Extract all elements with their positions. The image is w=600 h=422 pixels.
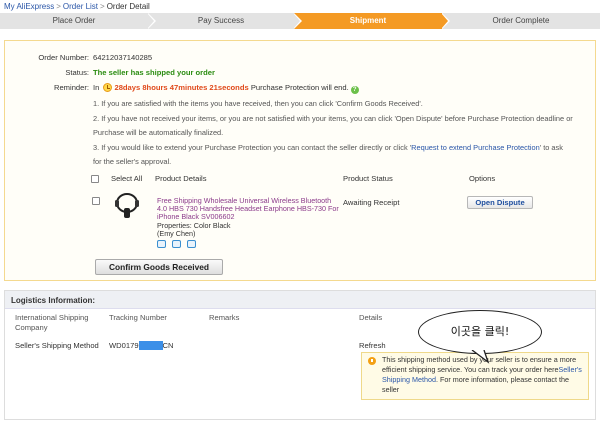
tracking-suffix: CN	[162, 341, 174, 350]
step-divider	[147, 13, 154, 29]
step-pay-success: Pay Success	[148, 13, 294, 29]
shipping-company: Seller's Shipping Method	[15, 341, 99, 350]
redaction-mask	[138, 341, 163, 350]
product-status: Awaiting Receipt	[343, 198, 400, 207]
order-number: 64212037140285	[93, 53, 153, 62]
step-divider	[293, 13, 300, 29]
refresh-link[interactable]: Refresh	[359, 341, 386, 350]
note-3-cont: for the seller's approval.	[93, 157, 172, 166]
order-progress-steps: Place Order Pay Success Shipment Order C…	[0, 13, 600, 29]
note-3-suffix: ' to ask	[539, 143, 563, 152]
countdown: 28days 8hours 47minutes 21seconds	[114, 83, 249, 92]
product-table-header: Select All Product Details Product Statu…	[91, 173, 591, 185]
reminder-suffix: Purchase Protection will end.	[250, 83, 349, 92]
breadcrumb-order-list[interactable]: Order List	[63, 2, 98, 11]
order-status: The seller has shipped your order	[93, 68, 215, 77]
col-shipping-company: International Shipping Company	[15, 313, 89, 332]
breadcrumb-current: Order Detail	[106, 2, 150, 11]
note-1: 1. If you are satisfied with the items y…	[93, 99, 423, 108]
select-all-label: Select All	[111, 174, 143, 183]
photo-icon[interactable]	[172, 240, 181, 248]
warning-icon	[368, 357, 376, 365]
breadcrumb-separator: >	[100, 2, 105, 11]
product-icons	[157, 240, 202, 250]
help-icon[interactable]: ?	[350, 86, 359, 94]
step-divider	[441, 13, 448, 29]
col-product-status: Product Status	[343, 174, 393, 183]
col-remarks: Remarks	[209, 313, 240, 322]
tracking-prefix: WD0179	[109, 341, 139, 350]
product-checkbox[interactable]	[92, 197, 100, 205]
step-order-complete: Order Complete	[442, 13, 600, 29]
logistics-panel: Logistics Information: International Shi…	[4, 290, 596, 420]
logistics-title: Logistics Information:	[5, 291, 595, 309]
breadcrumb: My AliExpress > Order List > Order Detail	[4, 2, 150, 11]
clock-icon	[103, 83, 113, 92]
product-properties: Properties: Color Black (Emy Chen)	[157, 221, 231, 239]
col-product-details: Product Details	[155, 174, 207, 183]
order-detail-panel: Order Number: 64212037140285 Status: The…	[4, 40, 596, 281]
link-icon[interactable]	[187, 240, 196, 248]
tracking-number: WD0179 CN	[109, 341, 174, 350]
note-3-text: 3. If you would like to extend your Purc…	[93, 143, 412, 152]
product-title-link[interactable]: Free Shipping Wholesale Universal Wirele…	[157, 196, 342, 222]
col-tracking-number: Tracking Number	[109, 313, 167, 322]
step-place-order: Place Order	[0, 13, 148, 29]
col-options: Options	[469, 174, 496, 183]
reminder-text: In 28days 8hours 47minutes 21seconds Pur…	[93, 83, 359, 94]
breadcrumb-separator: >	[56, 2, 61, 11]
headset-thumbnail[interactable]	[113, 192, 141, 222]
reminder-label: Reminder:	[53, 83, 89, 92]
product-buyer: (Emy Chen)	[157, 229, 196, 239]
note-2: 2. If you have not received your items, …	[93, 114, 573, 123]
alarm-icon[interactable]	[157, 240, 166, 248]
status-label: Status:	[65, 68, 89, 77]
breadcrumb-my-aliexpress[interactable]: My AliExpress	[4, 2, 54, 11]
order-number-label: Order Number:	[38, 53, 89, 62]
note-3: 3. If you would like to extend your Purc…	[93, 143, 563, 152]
col-details: Details	[359, 313, 383, 322]
request-extend-protection-link[interactable]: Request to extend Purchase Protection	[411, 143, 540, 152]
reminder-in: In	[93, 83, 100, 92]
note-2-cont: Purchase will be automatically finalized…	[93, 128, 224, 137]
step-shipment: Shipment	[294, 13, 442, 29]
callout-tail	[471, 350, 490, 364]
callout-bubble: 이곳을 클릭!	[418, 310, 542, 354]
confirm-goods-received-button[interactable]: Confirm Goods Received	[95, 259, 223, 275]
open-dispute-button[interactable]: Open Dispute	[467, 196, 533, 209]
